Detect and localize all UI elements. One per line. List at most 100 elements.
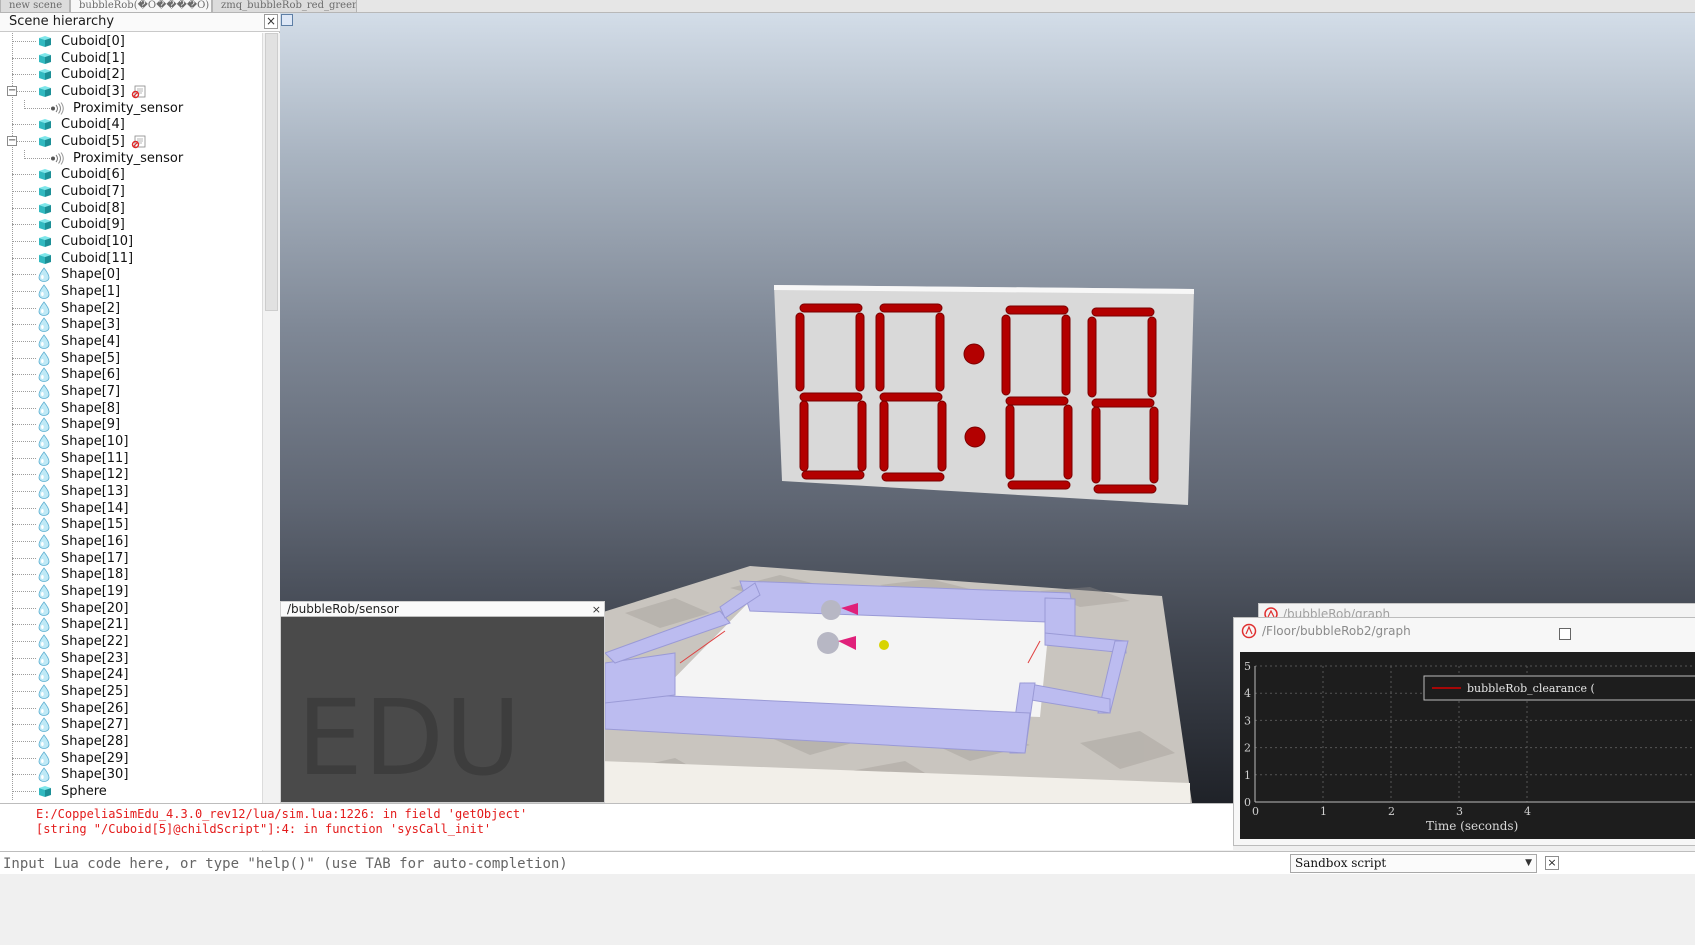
tree-item[interactable]: Shape[19] [0, 583, 262, 600]
tree-connector [12, 557, 36, 559]
lua-bar-close-button[interactable]: × [1545, 856, 1559, 870]
tree-item-label: Shape[13] [61, 484, 129, 500]
tree-item[interactable]: Cuboid[4] [0, 116, 262, 133]
hierarchy-scrollbar-thumb[interactable] [265, 33, 278, 311]
tree-item-label: Shape[17] [61, 550, 129, 566]
tree-collapse-toggle[interactable]: − [7, 86, 17, 96]
tree-connector [12, 591, 36, 593]
shape-icon [38, 484, 50, 499]
tree-item[interactable]: Shape[14] [0, 500, 262, 517]
tree-item-label: Shape[0] [61, 267, 121, 283]
tree-item[interactable]: Shape[8] [0, 400, 262, 417]
tree-item[interactable]: Shape[23] [0, 650, 262, 667]
tree-item[interactable]: − Cuboid[5] [0, 133, 262, 150]
tree-item-label: Cuboid[6] [61, 167, 125, 183]
tree-item-label: Cuboid[11] [61, 250, 134, 266]
tree-item[interactable]: Shape[4] [0, 333, 262, 350]
graph-maximize-button[interactable] [1559, 628, 1571, 640]
graph-chart: 0 1 2 3 4 5 0 1 2 3 4 Time (seconds) bubbleRob_cl… [1244, 660, 1695, 833]
tree-item[interactable]: Shape[29] [0, 750, 262, 767]
tree-item[interactable]: Shape[0] [0, 266, 262, 283]
tree-item[interactable]: Shape[18] [0, 566, 262, 583]
shape-icon [38, 717, 50, 733]
graph-x-tick-label: 3 [1456, 805, 1463, 818]
tree-item[interactable]: Cuboid[6] [0, 166, 262, 183]
tree-item[interactable]: Shape[25] [0, 683, 262, 700]
tree-item[interactable]: Shape[12] [0, 466, 262, 483]
tree-item[interactable]: Cuboid[11] [0, 250, 262, 267]
graph-window[interactable]: /Floor/bubbleRob2/graph 0 1 2 3 4 5 0 1 2 3 4 Tim… [1233, 617, 1695, 846]
tree-connector [24, 157, 50, 159]
tree-item-proximity-sensor[interactable]: Proximity_sensor [0, 99, 262, 117]
child-script-icon[interactable] [131, 135, 147, 149]
tree-item[interactable]: Shape[21] [0, 616, 262, 633]
tree-item[interactable]: Cuboid[7] [0, 183, 262, 200]
shape-icon [38, 617, 50, 633]
tree-item[interactable]: Shape[1] [0, 283, 262, 300]
tree-connector [12, 424, 36, 426]
tree-item[interactable]: Shape[24] [0, 666, 262, 683]
tree-item[interactable]: Shape[2] [0, 300, 262, 317]
cuboid-icon [39, 119, 51, 131]
tree-item[interactable]: − Cuboid[3] [0, 83, 262, 100]
tree-item[interactable]: Cuboid[0] [0, 33, 262, 50]
sensor-window-close-button[interactable]: × [592, 602, 601, 617]
scene-tabs: new scene bubbleRob(�O����O) zmq_bubbleR… [0, 0, 1695, 13]
console-error-line-2: [string "/Cuboid[5]@childScript"]:4: in … [36, 822, 492, 836]
graph-y-tick-label: 1 [1244, 769, 1251, 782]
tree-item-label: Shape[18] [61, 567, 129, 583]
hierarchy-scrollbar[interactable] [262, 33, 280, 863]
tree-item[interactable]: Cuboid[1] [0, 50, 262, 67]
tree-item[interactable]: Shape[6] [0, 366, 262, 383]
tree-item[interactable]: Cuboid[2] [0, 66, 262, 83]
tree-item[interactable]: Shape[5] [0, 350, 262, 367]
tree-item[interactable]: Sphere [0, 783, 262, 800]
tree-item-label: Shape[14] [61, 500, 129, 516]
tree-collapse-toggle[interactable]: − [7, 136, 17, 147]
tree-connector [12, 207, 36, 209]
tree-connector [12, 691, 36, 693]
tree-item[interactable]: Shape[20] [0, 600, 262, 617]
tree-connector [12, 41, 36, 42]
tab-new-scene[interactable]: new scene [0, 0, 70, 13]
tree-item[interactable]: Shape[7] [0, 383, 262, 400]
tree-item-label: Shape[30] [61, 767, 129, 783]
tree-item[interactable]: Shape[10] [0, 433, 262, 450]
tree-connector [12, 274, 36, 276]
tree-item[interactable]: Shape[15] [0, 516, 262, 533]
graph-x-tick-label: 4 [1524, 805, 1531, 818]
tree-item[interactable]: Shape[27] [0, 716, 262, 733]
hierarchy-close-button[interactable]: × [264, 14, 278, 29]
tree-item[interactable]: Shape[16] [0, 533, 262, 550]
tree-item[interactable]: Shape[30] [0, 766, 262, 783]
script-context-select[interactable]: Sandbox script ▼ [1290, 854, 1537, 873]
tree-item[interactable]: Cuboid[10] [0, 233, 262, 250]
shape-icon [38, 601, 50, 616]
child-script-icon[interactable] [131, 85, 147, 99]
tree-item[interactable]: Shape[13] [0, 483, 262, 500]
lua-command-input[interactable] [3, 854, 1286, 873]
shape-icon [38, 451, 50, 466]
tree-connector [12, 607, 36, 609]
tab-bubblerob[interactable]: bubbleRob(�O����O) [70, 0, 212, 13]
chevron-down-icon: ▼ [1525, 858, 1532, 868]
tree-item-label: Shape[6] [61, 367, 121, 383]
tree-item[interactable]: Shape[9] [0, 416, 262, 433]
tree-item[interactable]: Shape[17] [0, 550, 262, 567]
tree-item[interactable]: Shape[3] [0, 316, 262, 333]
tree-connector [12, 257, 36, 259]
sensor-view-window[interactable]: /bubbleRob/sensor × EDU [280, 601, 605, 803]
tree-item[interactable]: Cuboid[9] [0, 216, 262, 233]
tree-item[interactable]: Shape[26] [0, 700, 262, 717]
tree-item[interactable]: Cuboid[8] [0, 200, 262, 217]
tab-zmq-bubblerob[interactable]: zmq_bubbleRob_red_green [212, 0, 357, 13]
tree-item-proximity-sensor[interactable]: Proximity_sensor [0, 149, 262, 167]
tree-item-label: Cuboid[0] [61, 34, 125, 49]
tree-item[interactable]: Shape[22] [0, 633, 262, 650]
tree-item[interactable]: Shape[11] [0, 450, 262, 467]
tree-item[interactable]: Shape[28] [0, 733, 262, 750]
graph-plot-area[interactable]: 0 1 2 3 4 5 0 1 2 3 4 Time (seconds) bubbleRob_cl… [1240, 652, 1695, 839]
sensor-window-title[interactable]: /bubbleRob/sensor [281, 602, 604, 617]
shape-icon [38, 634, 50, 650]
graph-y-tick-label: 5 [1244, 660, 1251, 673]
